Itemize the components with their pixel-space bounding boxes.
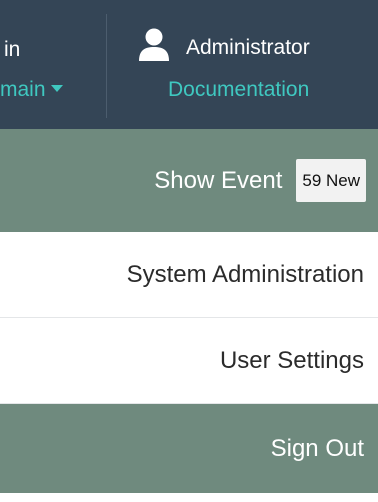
domain-selector[interactable]: in main [0,0,106,129]
sign-out-menu-item[interactable]: Sign Out [0,404,378,493]
top-navigation-bar: in main Administrator Documentation [0,0,378,129]
domain-dropdown[interactable]: main [0,78,63,102]
domain-label-top: in [4,38,21,61]
user-settings-menu-item[interactable]: User Settings [0,318,378,404]
system-administration-label: System Administration [126,260,364,288]
user-icon [139,28,169,61]
caret-down-icon [50,84,63,92]
show-event-label: Show Event [154,166,283,194]
user-settings-label: User Settings [219,346,364,374]
domain-dropdown-label: main [0,78,46,101]
event-count-badge: 59 New [296,159,366,202]
user-dropdown-menu: Show Event 59 New System Administration … [0,129,378,493]
documentation-link[interactable]: Documentation [168,78,309,102]
show-event-menu-item[interactable]: Show Event 59 New [0,129,378,232]
topbar-divider [106,14,107,118]
sign-out-label: Sign Out [270,434,364,462]
system-administration-menu-item[interactable]: System Administration [0,232,378,318]
user-name[interactable]: Administrator [186,36,310,60]
